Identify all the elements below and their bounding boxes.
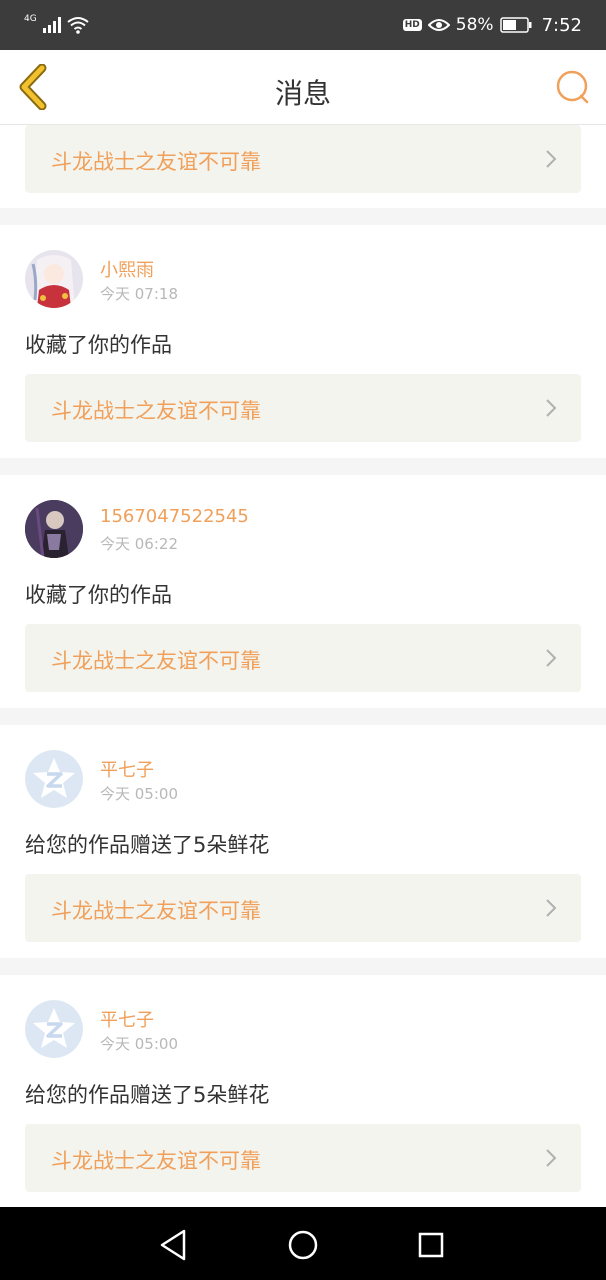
- eye-icon: [427, 19, 450, 31]
- chevron-right-icon: [546, 150, 557, 168]
- list-item: 小熙雨 今天 07:18 收藏了你的作品 斗龙战士之友谊不可靠: [0, 225, 606, 458]
- top-bar: 消息: [0, 50, 606, 125]
- timestamp: 今天 05:00: [100, 1035, 178, 1053]
- wifi-icon: [67, 17, 89, 34]
- list-item: 平七子 今天 05:00 给您的作品赠送了5朵鲜花 斗龙战士之友谊不可靠: [0, 725, 606, 958]
- status-right: HD 58% 7:52: [402, 14, 582, 36]
- network-type: 4G: [24, 14, 37, 24]
- chevron-right-icon: [546, 1149, 557, 1167]
- action-text: 收藏了你的作品: [25, 333, 172, 357]
- signal-icon: [42, 17, 61, 33]
- user-name[interactable]: 平七子: [100, 756, 154, 782]
- default-star-avatar-icon: [25, 1000, 83, 1058]
- home-circle-icon: [288, 1230, 318, 1260]
- list-item: 1567047522545 今天 06:22 收藏了你的作品 斗龙战士之友谊不可…: [0, 475, 606, 708]
- battery-percent: 58%: [455, 15, 494, 35]
- status-left: 4G: [24, 14, 89, 36]
- list-item: 平七子 今天 05:00 给您的作品赠送了5朵鲜花 斗龙战士之友谊不可靠: [0, 975, 606, 1207]
- work-title: 斗龙战士之友谊不可靠: [51, 150, 261, 174]
- chevron-right-icon: [546, 899, 557, 917]
- user-name[interactable]: 小熙雨: [100, 256, 154, 282]
- timestamp: 今天 07:18: [100, 285, 178, 303]
- action-text: 给您的作品赠送了5朵鲜花: [25, 1083, 270, 1107]
- search-icon: [556, 70, 589, 104]
- recents-square-icon: [418, 1232, 444, 1258]
- action-text: 给您的作品赠送了5朵鲜花: [25, 833, 270, 857]
- nav-home-button[interactable]: [283, 1225, 323, 1265]
- work-title: 斗龙战士之友谊不可靠: [51, 399, 261, 423]
- work-link-card[interactable]: 斗龙战士之友谊不可靠: [25, 125, 581, 193]
- user-avatar[interactable]: [25, 250, 83, 308]
- work-title: 斗龙战士之友谊不可靠: [51, 649, 261, 673]
- work-link-card[interactable]: 斗龙战士之友谊不可靠: [25, 624, 581, 692]
- clock: 7:52: [541, 14, 582, 36]
- timestamp: 今天 06:22: [100, 535, 178, 553]
- user-avatar[interactable]: [25, 1000, 83, 1058]
- work-link-card[interactable]: 斗龙战士之友谊不可靠: [25, 874, 581, 942]
- work-title: 斗龙战士之友谊不可靠: [51, 1149, 261, 1173]
- list-item: 斗龙战士之友谊不可靠: [0, 125, 606, 208]
- timestamp: 今天 05:00: [100, 785, 178, 803]
- page-title: 消息: [274, 77, 331, 110]
- default-star-avatar-icon: [25, 750, 83, 808]
- search-button[interactable]: [554, 68, 592, 106]
- message-list[interactable]: 斗龙战士之友谊不可靠 小熙雨 今天 07:18 收藏了你的作品 斗龙战士之友谊不…: [0, 125, 606, 1207]
- action-text: 收藏了你的作品: [25, 583, 172, 607]
- nav-recents-button[interactable]: [411, 1225, 451, 1265]
- user-avatar[interactable]: [25, 500, 83, 558]
- user-name[interactable]: 平七子: [100, 1006, 154, 1032]
- user-name[interactable]: 1567047522545: [100, 506, 249, 527]
- nav-back-button[interactable]: [154, 1225, 194, 1265]
- hd-badge: HD: [402, 19, 422, 31]
- back-triangle-icon: [160, 1229, 186, 1261]
- battery-icon: [499, 17, 532, 33]
- user-avatar[interactable]: [25, 750, 83, 808]
- character-avatar-icon: [25, 500, 83, 558]
- status-bar: 4G HD 58% 7:52: [0, 0, 606, 50]
- system-nav-bar: [0, 1207, 606, 1280]
- chevron-right-icon: [546, 649, 557, 667]
- anime-avatar-icon: [25, 250, 83, 308]
- work-link-card[interactable]: 斗龙战士之友谊不可靠: [25, 374, 581, 442]
- work-title: 斗龙战士之友谊不可靠: [51, 899, 261, 923]
- chevron-right-icon: [546, 399, 557, 417]
- work-link-card[interactable]: 斗龙战士之友谊不可靠: [25, 1124, 581, 1192]
